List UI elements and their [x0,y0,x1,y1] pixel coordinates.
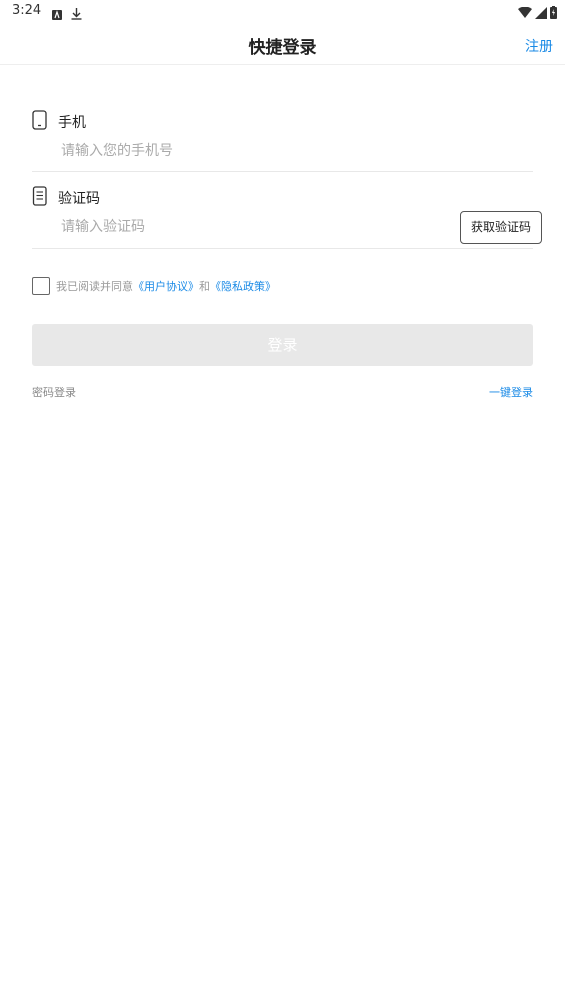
notification-a-icon [52,5,62,24]
code-label-row: 验证码 [32,186,100,210]
status-right-icons [518,4,557,23]
one-click-login-link[interactable]: 一键登录 [489,384,533,400]
get-code-button[interactable]: 获取验证码 [460,211,542,244]
privacy-policy-link[interactable]: 《隐私政策》 [210,278,276,294]
status-time: 3:24 [12,3,42,18]
user-agreement-link[interactable]: 《用户协议》 [133,278,199,294]
password-login-link[interactable]: 密码登录 [32,384,76,400]
code-label: 验证码 [58,191,100,207]
agreement-prefix: 我已阅读并同意 [56,280,133,293]
download-icon [71,5,82,24]
page-title: 快捷登录 [248,38,317,58]
login-button[interactable]: 登录 [32,324,533,366]
code-divider [32,248,533,249]
agreement-and: 和 [199,280,210,293]
phone-label: 手机 [58,115,86,131]
code-input[interactable] [61,216,441,238]
header: 快捷登录 注册 [0,24,565,65]
phone-input[interactable] [61,140,441,162]
battery-icon [550,4,557,23]
signal-icon [535,4,547,23]
status-bar: 3:24 [0,0,565,24]
phone-label-row: 手机 [32,110,86,134]
phone-icon [32,110,48,134]
register-link[interactable]: 注册 [525,36,553,56]
phone-divider [32,171,533,172]
agreement-row: 我已阅读并同意 《用户协议》 和 《隐私政策》 [32,277,276,295]
document-icon [32,186,48,210]
agreement-checkbox[interactable] [32,277,50,295]
wifi-icon [518,4,532,23]
